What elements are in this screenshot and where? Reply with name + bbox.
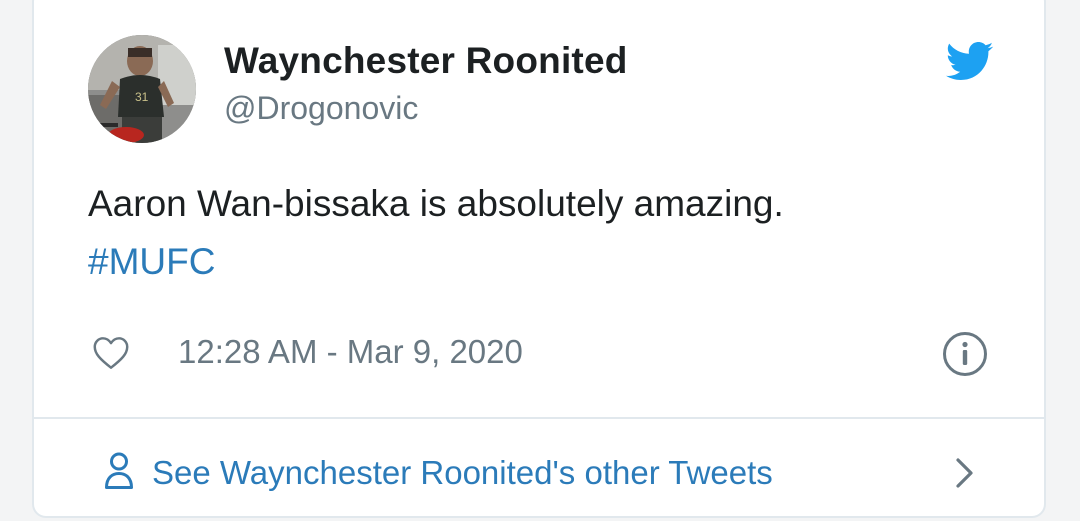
chevron-right-icon[interactable] [954, 456, 976, 490]
author-handle[interactable]: @Drogonovic [224, 90, 418, 127]
twitter-bird-icon[interactable] [946, 42, 994, 82]
tweet-text: Aaron Wan-bissaka is absolutely amazing. [88, 183, 784, 224]
other-tweets-label[interactable]: See Waynchester Roonited's other Tweets [152, 454, 773, 492]
tweet-timestamp[interactable]: 12:28 AM - Mar 9, 2020 [178, 333, 523, 371]
author-display-name[interactable]: Waynchester Roonited [224, 40, 628, 82]
avatar[interactable]: 31 [88, 35, 196, 143]
hashtag-link[interactable]: #MUFC [88, 233, 784, 291]
info-icon[interactable] [942, 331, 988, 377]
svg-text:31: 31 [135, 90, 149, 104]
person-icon [105, 452, 133, 489]
heart-icon[interactable] [92, 336, 130, 370]
tweet-body: Aaron Wan-bissaka is absolutely amazing.… [88, 175, 784, 291]
avatar-photo: 31 [88, 35, 196, 143]
other-tweets-link[interactable]: See Waynchester Roonited's other Tweets [34, 419, 1044, 516]
tweet-card: 31 Waynchester Roonited @Drogonovic Aaro… [32, 0, 1046, 518]
